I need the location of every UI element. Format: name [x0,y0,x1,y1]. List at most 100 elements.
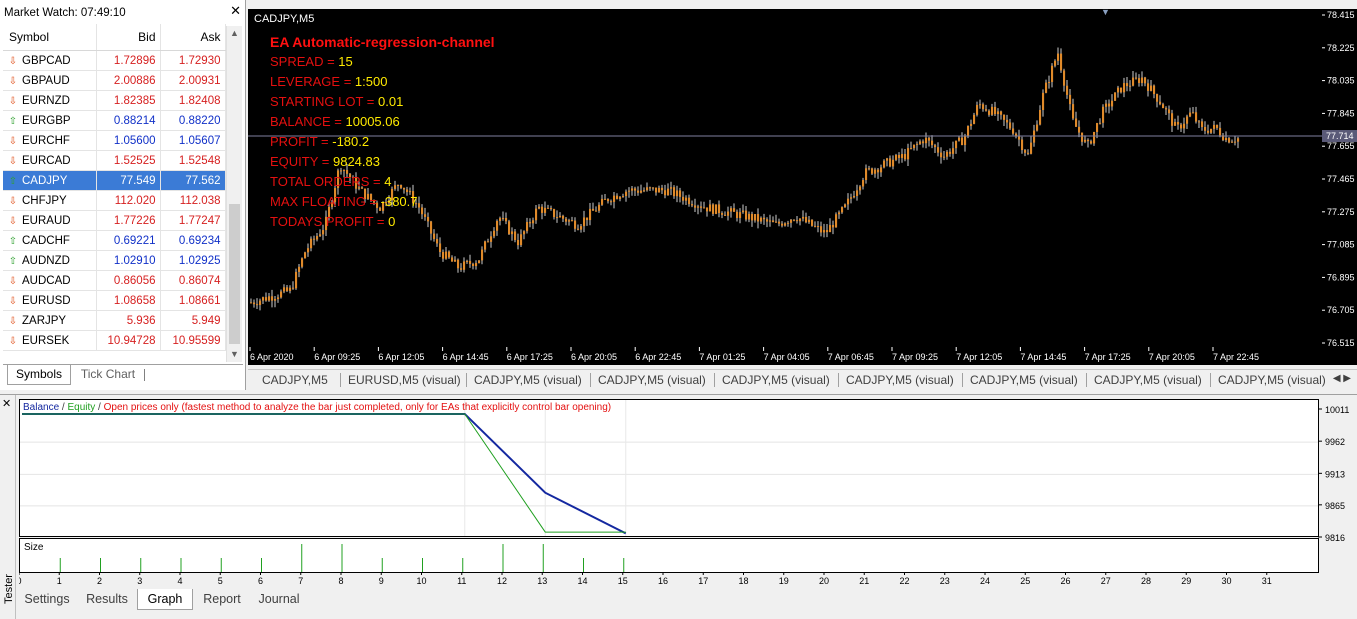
symbol-name: ZARJPY [22,314,67,327]
market-watch-row[interactable]: ⇧ AUDNZD 1.02910 1.02925 [3,250,226,271]
chart-tab[interactable]: EURUSD,M5 (visual) [348,373,461,387]
market-watch-row[interactable]: ⇧ EURGBP 0.88214 0.88220 [3,110,226,131]
candle-body [844,204,847,208]
candle-body [481,249,484,261]
x-tick-label: 18 [738,576,748,586]
ea-info-line: TODAYS PROFIT = 0 [270,212,495,232]
time-tick-label: 6 Apr 14:45 [443,352,489,362]
candle-body [1237,138,1240,142]
bid-value: 1.05600 [96,130,161,151]
candle-body [877,169,880,173]
tab-separator [1086,373,1087,387]
market-watch-row[interactable]: ⇩ EURCHF 1.05600 1.05607 [3,130,226,151]
vertical-scrollbar[interactable]: ▲ ▼ [226,26,242,362]
candle-body [700,206,703,208]
candle-body [940,152,943,158]
candle-body [982,104,985,110]
ea-info-value: 10005.06 [345,114,400,129]
scrollbar-thumb[interactable] [229,204,240,344]
ask-value: 0.88220 [160,110,226,131]
candle-body [1102,106,1105,123]
x-tick-label: 3 [137,576,142,586]
tab-results[interactable]: Results [81,589,133,609]
chart-tab[interactable]: CADJPY,M5 (visual) [474,373,582,387]
candle-body [967,126,970,136]
market-watch-row[interactable]: ⇩ AUDCAD 0.86056 0.86074 [3,270,226,291]
market-watch-row[interactable]: ⇩ ZARJPY 5.936 5.949 [3,310,226,331]
market-watch-row[interactable]: ⇩ GBPAUD 2.00886 2.00931 [3,70,226,91]
chart-tab[interactable]: CADJPY,M5 (visual) [598,373,706,387]
symbol-name: AUDCAD [22,274,71,287]
scroll-down-icon[interactable]: ▼ [227,347,242,362]
chart-tab[interactable]: CADJPY,M5 [262,373,328,387]
market-watch-row[interactable]: ⇧ CADJPY 77.549 77.562 [3,170,226,191]
candle-body [1114,92,1117,101]
candle-body [781,223,784,226]
scroll-up-icon[interactable]: ▲ [227,26,242,41]
tab-graph[interactable]: Graph [137,589,193,610]
tab-report[interactable]: Report [197,589,247,609]
chart-tab[interactable]: CADJPY,M5 (visual) [722,373,830,387]
balance-equity-plot [20,400,1318,536]
candle-body [553,209,556,218]
chart-tab[interactable]: CADJPY,M5 (visual) [970,373,1078,387]
market-watch-row[interactable]: ⇩ GBPCAD 1.72896 1.72930 [3,50,226,71]
tab-scroll-arrows-icon[interactable]: ◀ ▶ [1333,373,1351,384]
column-header-ask[interactable]: Ask [160,24,226,51]
candle-body [529,222,532,224]
candle-body [1075,118,1078,127]
market-watch-row[interactable]: ⇩ EURUSD 1.08658 1.08661 [3,290,226,311]
x-tick-label: 25 [1020,576,1030,586]
close-icon[interactable]: ✕ [230,4,241,18]
market-watch-row[interactable]: ⇩ EURNZD 1.82385 1.82408 [3,90,226,111]
tab-separator [1210,373,1211,387]
candle-body [511,231,514,235]
shift-marker-icon[interactable]: ▼ [1101,7,1110,17]
close-icon[interactable]: ✕ [2,397,11,410]
candle-body [520,234,523,246]
row-symbol: ⇩ EURUSD [3,290,97,311]
column-header-symbol[interactable]: Symbol [3,24,97,51]
candle-body [1156,94,1159,102]
arrow-down-icon: ⇩ [8,275,18,287]
candle-body [628,190,631,192]
tester-label: Tester [2,574,15,604]
x-tick-label: 15 [618,576,628,586]
market-watch-row[interactable]: ⇩ EURAUD 1.77226 1.77247 [3,210,226,231]
market-watch-row[interactable]: ⇩ CHFJPY 112.020 112.038 [3,190,226,211]
price-tick-label: 78.415 [1327,10,1355,20]
candle-body [712,204,715,214]
tab-tick-chart[interactable]: Tick Chart [73,365,143,384]
candle-body [694,205,697,208]
candle-body [757,214,760,222]
candle-body [1003,114,1006,120]
chart-tab[interactable]: CADJPY,M5 (visual) [846,373,954,387]
market-watch-row[interactable]: ⇩ EURSEK 10.94728 10.95599 [3,330,226,351]
candle-body [469,260,472,264]
size-plot [59,544,625,572]
bid-value: 1.77226 [96,210,161,231]
candle-body [607,199,610,202]
candle-body [625,191,628,197]
price-tick-label: 77.655 [1327,141,1355,151]
arrow-down-icon: ⇩ [8,135,18,147]
market-watch-panel: Market Watch: 07:49:10 ✕ Symbol Bid Ask … [0,0,246,390]
tab-separator [590,373,591,387]
tab-symbols[interactable]: Symbols [7,365,71,385]
chart-symbol-title: CADJPY,M5 [254,13,315,25]
ea-info-line: TOTAL ORDERS = 4 [270,172,495,192]
chart-tab[interactable]: CADJPY,M5 (visual) [1094,373,1202,387]
candle-body [1012,128,1015,134]
candle-body [271,296,274,301]
candle-body [706,207,709,212]
tab-journal[interactable]: Journal [253,589,305,609]
candle-body [682,196,685,201]
chart-tab[interactable]: CADJPY,M5 (visual) [1218,373,1326,387]
tab-settings[interactable]: Settings [19,589,75,609]
column-header-bid[interactable]: Bid [96,24,161,51]
candle-body [1057,53,1060,61]
candle-body [640,190,643,193]
market-watch-row[interactable]: ⇧ CADCHF 0.69221 0.69234 [3,230,226,251]
market-watch-row[interactable]: ⇩ EURCAD 1.52525 1.52548 [3,150,226,171]
row-symbol: ⇩ GBPCAD [3,50,97,71]
